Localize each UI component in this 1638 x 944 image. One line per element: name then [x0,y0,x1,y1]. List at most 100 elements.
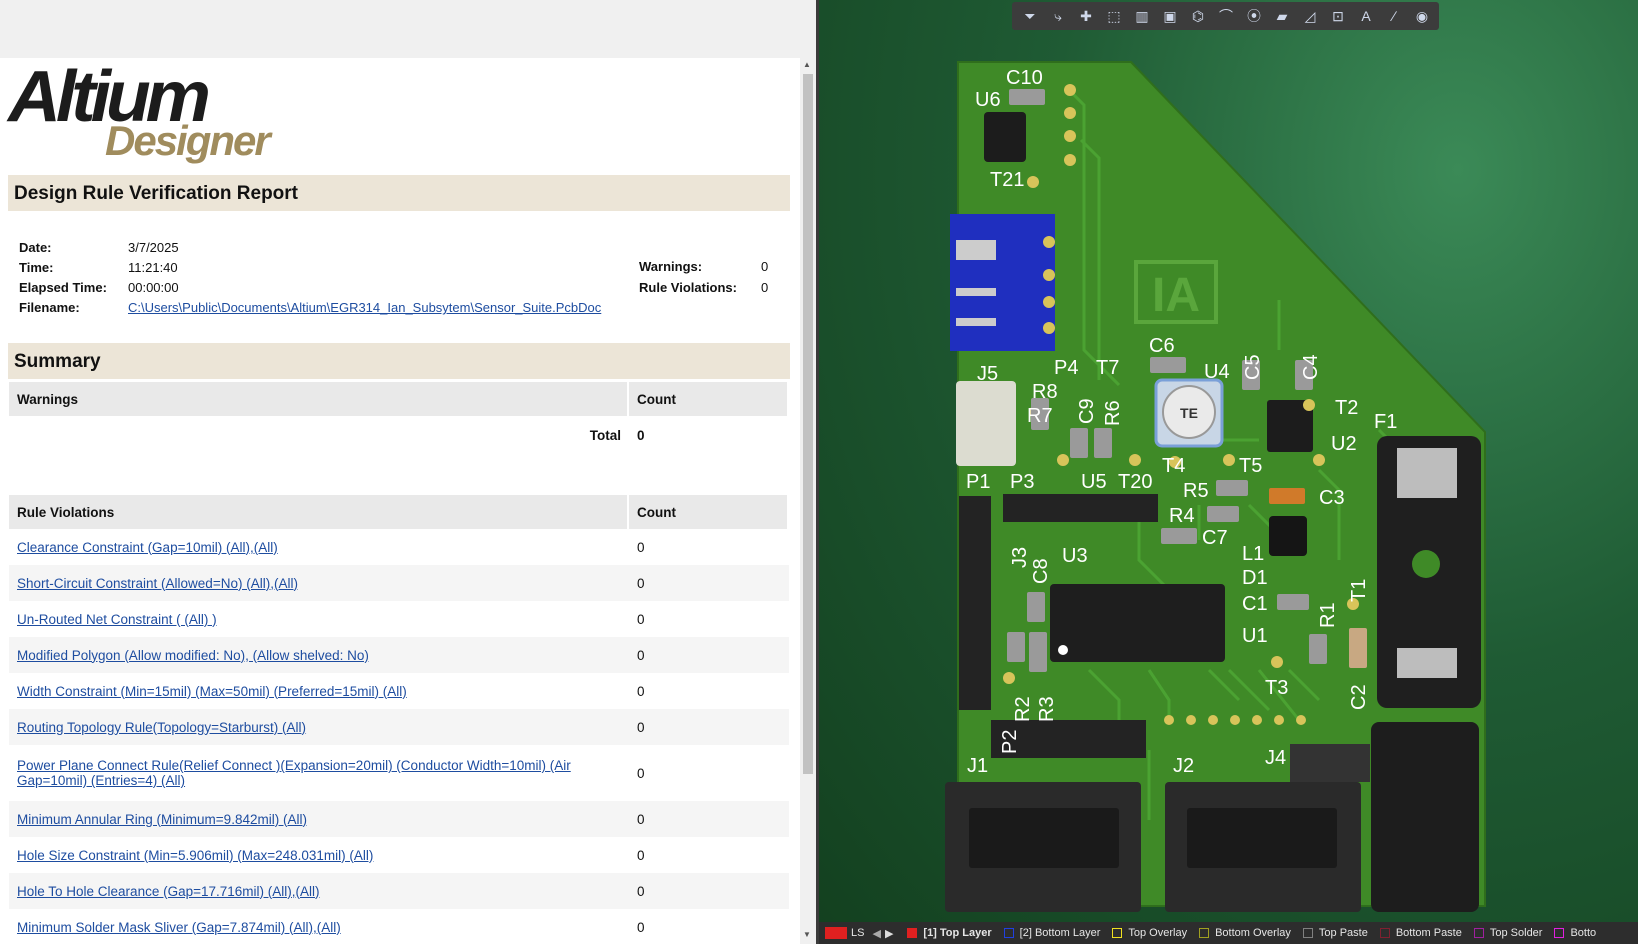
layer-prev-icon[interactable]: ◀ [872,927,880,940]
layer-color-swatch [1112,928,1123,938]
rule-link[interactable]: Hole To Hole Clearance (Gap=17.716mil) (… [17,884,320,899]
designator-label: D1 [1242,567,1268,589]
rule-link[interactable]: Minimum Solder Mask Sliver (Gap=7.874mil… [17,920,341,935]
time-label: Time: [19,260,54,275]
layer-tab[interactable]: [2] Bottom Layer [1003,927,1101,939]
designator-label: C3 [1319,487,1345,509]
layer-tab[interactable]: Top Overlay [1112,927,1187,939]
report-title: Design Rule Verification Report [8,175,790,211]
layer-tab[interactable]: [1] Top Layer [907,927,992,939]
layer-tab[interactable]: Bottom Paste [1379,927,1462,939]
layer-tab[interactable]: Top Paste [1302,927,1368,939]
designator-label: J4 [1265,747,1286,769]
via-icon[interactable]: ⦿ [1242,5,1266,27]
rule-link[interactable]: Hole Size Constraint (Min=5.906mil) (Max… [17,848,373,863]
layer-tab-label: Bottom Paste [1395,927,1462,939]
pcb-board-render[interactable]: IA TE C10U6T21J5 P4 T7C6U4 C5 C4R8R7 C9 … [819,0,1638,922]
rule-name-cell: Minimum Solder Mask Sliver (Gap=7.874mil… [9,909,629,944]
rule-row: Width Constraint (Min=15mil) (Max=50mil)… [9,673,789,709]
designator-label: C1 [1242,593,1268,615]
route-icon[interactable]: ⤷ [1046,5,1070,27]
rule-name-cell: Short-Circuit Constraint (Allowed=No) (A… [9,565,629,601]
layer-color-swatch [1379,928,1390,938]
logo-secondary-text: Designer [105,117,271,164]
layer-tab-label: Bottom Overlay [1215,927,1291,939]
layer-set-button[interactable]: LS [851,927,864,939]
time-value: 11:21:40 [128,260,178,275]
dimension-icon[interactable]: ⊡ [1326,5,1350,27]
select-rect-icon[interactable]: ⬚ [1102,5,1126,27]
warnings-total-value: 0 [637,427,645,443]
rule-link[interactable]: Minimum Annular Ring (Minimum=9.842mil) … [17,812,307,827]
elapsed-value: 00:00:00 [128,280,179,295]
date-label: Date: [19,240,52,255]
designator-label: P1 [966,471,990,493]
scroll-up-icon[interactable]: ▲ [803,60,811,69]
line-icon[interactable]: ∕ [1382,5,1406,27]
designator-label: T3 [1265,677,1288,699]
rule-name-cell: Power Plane Connect Rule(Relief Connect … [9,745,629,801]
designator-label: U3 [1062,545,1088,567]
rule-name-cell: Routing Topology Rule(Topology=Starburst… [9,709,629,745]
rule-name-cell: Modified Polygon (Allow modified: No), (… [9,637,629,673]
fill-icon[interactable]: ▰ [1270,5,1294,27]
rule-count-cell: 0 [629,637,789,673]
filename-link[interactable]: C:\Users\Public\Documents\Altium\EGR314_… [128,300,601,315]
designator-label: C7 [1202,527,1228,549]
layer-tab[interactable]: Bottom Overlay [1199,927,1291,939]
scroll-down-icon[interactable]: ▼ [803,930,811,939]
layer-tab[interactable]: Botto [1554,927,1596,939]
layer-color-swatch [907,928,918,938]
elapsed-label: Elapsed Time: [19,280,107,295]
designator-label: T2 [1335,397,1358,419]
rule-count-cell: 0 [637,611,645,627]
arc-icon[interactable]: ⌒ [1214,5,1238,27]
warnings-summary-label: Warnings: [639,259,703,274]
layer-tab[interactable]: Top Solder [1473,927,1543,939]
bar-chart-icon[interactable]: ▥ [1130,5,1154,27]
component-icon[interactable]: ▣ [1158,5,1182,27]
designator-label: C9 [1076,398,1098,424]
altium-designer-logo: Altium Designer [8,60,278,164]
text-icon[interactable]: A [1354,5,1378,27]
rule-row: Short-Circuit Constraint (Allowed=No) (A… [9,565,789,601]
layer-tab-label: Top Overlay [1128,927,1188,939]
rule-count-cell: 0 [629,709,789,745]
drc-report-pane: Altium Designer Design Rule Verification… [0,0,816,944]
rule-link[interactable]: Width Constraint (Min=15mil) (Max=50mil)… [17,684,407,699]
filter-icon[interactable]: ⏷ [1018,5,1042,27]
add-icon[interactable]: ✚ [1074,5,1098,27]
designator-label: J3 [1009,547,1031,568]
region-icon[interactable]: ◿ [1298,5,1322,27]
designator-label: R7 [1027,405,1053,427]
report-scrollbar[interactable]: ▲ ▼ [800,58,816,944]
rule-link[interactable]: Modified Polygon (Allow modified: No), (… [17,648,369,663]
rule-link[interactable]: Un-Routed Net Constraint ( (All) ) [17,612,217,627]
rule-count-cell: 0 [637,765,645,781]
designator-label: C2 [1348,684,1370,710]
layer-color-swatch [1473,928,1484,938]
scrollbar-thumb[interactable] [803,74,813,774]
layer-next-icon[interactable]: ▶ [885,927,893,940]
rule-row: Un-Routed Net Constraint ( (All) ) 0 [9,601,789,637]
current-layer-swatch[interactable] [825,927,847,939]
rule-link[interactable]: Power Plane Connect Rule(Relief Connect … [17,758,571,788]
rule-link[interactable]: Routing Topology Rule(Topology=Starburst… [17,720,306,735]
3d-view-icon[interactable]: ◉ [1410,5,1434,27]
designator-label: C4 [1300,354,1322,380]
rule-link[interactable]: Short-Circuit Constraint (Allowed=No) (A… [17,576,298,591]
designator-label: R3 [1036,696,1058,722]
layer-tab-label: [2] Bottom Layer [1019,927,1101,939]
designator-label: R4 [1169,505,1195,527]
polygon-icon[interactable]: ⌬ [1186,5,1210,27]
summary-heading: Summary [8,343,790,379]
pcb-3d-view[interactable]: IA TE C10 U6 T21 J5 P4 T7 C6 U4 C5 C4 R8… [819,0,1638,944]
report-content: Altium Designer Design Rule Verification… [0,58,800,944]
rule-count-cell: 0 [637,919,645,935]
designator-label: C8 [1030,558,1052,584]
layer-tab-label: Top Solder [1489,927,1543,939]
designator-label: C6 [1149,335,1175,357]
rule-link[interactable]: Clearance Constraint (Gap=10mil) (All),(… [17,540,278,555]
layer-color-swatch [1302,928,1313,938]
rule-name-cell: Clearance Constraint (Gap=10mil) (All),(… [9,529,629,565]
